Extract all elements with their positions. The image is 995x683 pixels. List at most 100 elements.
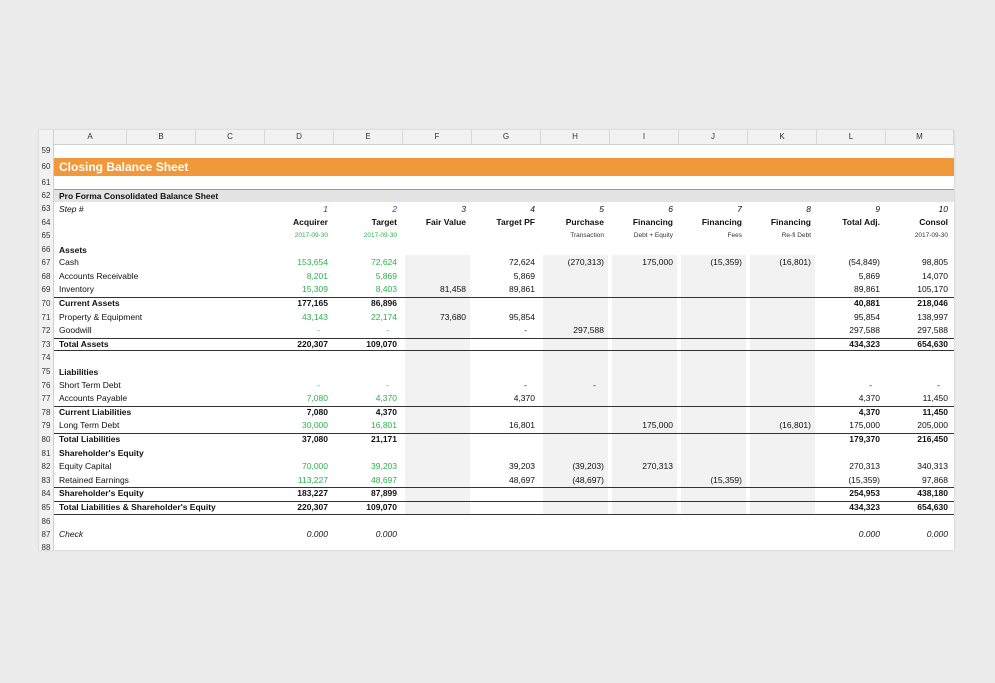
select-all-corner[interactable] [39,130,54,144]
value-cell[interactable]: 30,000 [265,419,328,432]
value-cell[interactable]: 16,801 [472,419,535,432]
row-label[interactable]: Cash [59,256,79,269]
column-subtitle[interactable]: 2017-09-30 [334,230,397,242]
row-header-63[interactable]: 63 [39,202,54,216]
step-number[interactable]: 5 [541,203,604,216]
step-label[interactable]: Step # [59,203,84,216]
row-header-67[interactable]: 67 [39,256,54,270]
value-cell[interactable]: 4,370 [334,392,397,405]
value-cell[interactable]: 4,370 [817,406,880,419]
value-cell[interactable]: 14,070 [886,270,948,283]
value-cell[interactable]: 270,313 [610,460,673,473]
step-number[interactable]: 7 [679,203,742,216]
value-cell[interactable]: 5,869 [817,270,880,283]
row-header-78[interactable]: 78 [39,406,54,419]
row-header-62[interactable]: 62 [39,189,54,202]
column-title[interactable]: Total Adj. [817,216,880,229]
step-number[interactable]: 4 [472,203,535,216]
row-header-73[interactable]: 73 [39,338,54,351]
row-label[interactable]: Current Liabilities [59,406,131,419]
value-cell[interactable]: 86,896 [334,297,397,310]
value-cell[interactable]: 4,370 [817,392,880,405]
column-title[interactable]: Target PF [472,216,535,229]
row-header-83[interactable]: 83 [39,474,54,487]
value-cell[interactable]: 340,313 [886,460,948,473]
row-label[interactable]: Total Liabilities & Shareholder's Equity [59,501,216,514]
row-header-59[interactable]: 59 [39,144,54,158]
value-cell[interactable]: (16,801) [748,256,811,269]
step-number[interactable]: 10 [886,203,948,216]
value-cell[interactable]: 438,180 [886,487,948,500]
value-cell[interactable]: 270,313 [817,460,880,473]
column-header-f[interactable]: F [403,130,472,144]
column-title[interactable]: Acquirer [265,216,328,229]
column-header-j[interactable]: J [679,130,748,144]
row-header-88[interactable]: 88 [39,541,54,550]
step-number[interactable]: 2 [334,203,397,216]
row-header-60[interactable]: 60 [39,158,54,176]
column-subtitle[interactable]: 2017-09-30 [265,230,328,242]
column-title[interactable]: Fair Value [403,216,466,229]
check-label[interactable]: Check [59,528,83,541]
step-number[interactable]: 9 [817,203,880,216]
column-header-a[interactable]: A [54,130,127,144]
step-number[interactable]: 3 [403,203,466,216]
value-cell[interactable]: 98,805 [886,256,948,269]
row-header-79[interactable]: 79 [39,419,54,433]
value-cell[interactable]: 81,458 [403,283,466,296]
column-title[interactable]: Purchase [541,216,604,229]
row-label[interactable]: Short Term Debt [59,379,121,392]
row-header-86[interactable]: 86 [39,515,54,528]
column-subtitle[interactable]: Debt + Equity [610,230,673,242]
step-number[interactable]: 1 [265,203,328,216]
row-header-70[interactable]: 70 [39,297,54,311]
value-cell[interactable]: 97,868 [886,474,948,487]
value-cell[interactable]: 297,588 [817,324,880,337]
value-cell[interactable]: 175,000 [610,419,673,432]
row-header-85[interactable]: 85 [39,501,54,515]
value-cell[interactable]: 218,046 [886,297,948,310]
value-cell[interactable]: 205,000 [886,419,948,432]
value-cell[interactable]: 109,070 [334,501,397,514]
column-header-d[interactable]: D [265,130,334,144]
column-header-m[interactable]: M [886,130,954,144]
value-cell[interactable]: 95,854 [817,311,880,324]
value-cell[interactable]: - [817,379,872,392]
value-cell[interactable]: 8,201 [265,270,328,283]
column-title[interactable]: Financing [679,216,742,229]
value-cell[interactable]: - [334,379,389,392]
row-label[interactable]: Goodwill [59,324,92,337]
row-header-75[interactable]: 75 [39,365,54,379]
row-header-74[interactable]: 74 [39,351,54,365]
value-cell[interactable]: 175,000 [610,256,673,269]
value-cell[interactable]: (54,849) [817,256,880,269]
column-title[interactable]: Financing [748,216,811,229]
column-subtitle[interactable]: Transaction [541,230,604,242]
value-cell[interactable]: 73,680 [403,311,466,324]
section-equity[interactable]: Shareholder's Equity [59,447,144,460]
value-cell[interactable]: - [265,324,320,337]
row-label[interactable]: Equity Capital [59,460,111,473]
row-header-68[interactable]: 68 [39,270,54,283]
column-subtitle[interactable]: Fees [679,230,742,242]
step-number[interactable]: 6 [610,203,673,216]
value-cell[interactable]: 4,370 [472,392,535,405]
column-header-h[interactable]: H [541,130,610,144]
value-cell[interactable]: (270,313) [541,256,604,269]
row-header-76[interactable]: 76 [39,379,54,392]
column-header-b[interactable]: B [127,130,196,144]
value-cell[interactable]: 95,854 [472,311,535,324]
column-title[interactable]: Financing [610,216,673,229]
value-cell[interactable]: (48,697) [541,474,604,487]
value-cell[interactable]: 7,080 [265,406,328,419]
value-cell[interactable]: 48,697 [334,474,397,487]
row-label[interactable]: Accounts Payable [59,392,127,405]
check-value[interactable]: 0.000 [817,528,880,541]
value-cell[interactable]: 5,869 [472,270,535,283]
row-header-65[interactable]: 65 [39,229,54,243]
row-label[interactable]: Current Assets [59,297,120,310]
column-header-e[interactable]: E [334,130,403,144]
check-value[interactable]: 0.000 [886,528,948,541]
row-header-61[interactable]: 61 [39,176,54,189]
value-cell[interactable]: 113,227 [265,474,328,487]
